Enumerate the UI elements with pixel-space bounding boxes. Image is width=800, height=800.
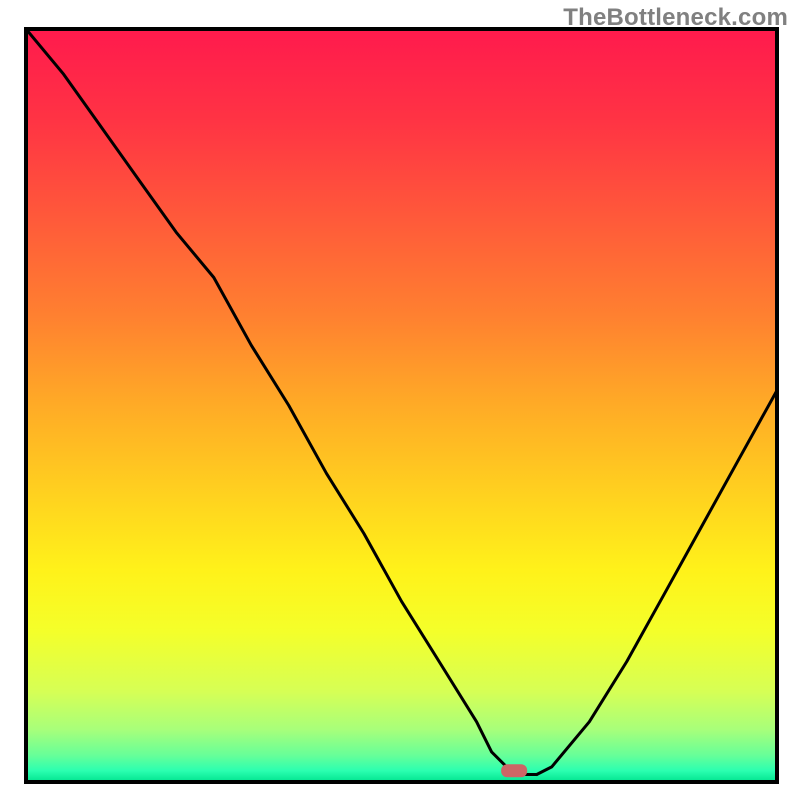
watermark-text: TheBottleneck.com xyxy=(563,4,788,32)
bottleneck-chart xyxy=(0,0,800,800)
chart-stage: TheBottleneck.com xyxy=(0,0,800,800)
optimal-point-marker xyxy=(501,764,527,777)
plot-background-gradient xyxy=(26,29,777,782)
